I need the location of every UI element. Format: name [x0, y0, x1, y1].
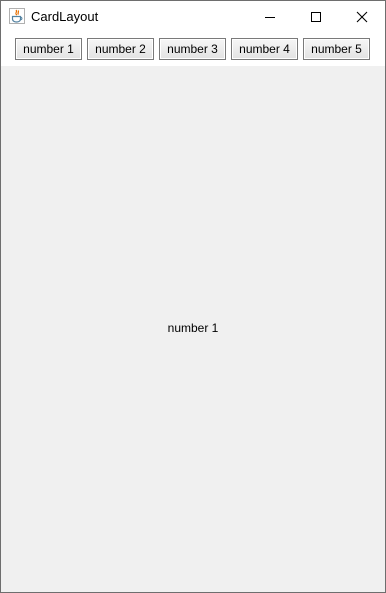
minimize-button[interactable] [247, 1, 293, 32]
title-bar[interactable]: CardLayout [1, 1, 385, 32]
card-label: number 1 [167, 321, 219, 335]
number-2-button[interactable]: number 2 [87, 38, 154, 60]
close-button[interactable] [339, 1, 385, 32]
number-5-button[interactable]: number 5 [303, 38, 370, 60]
maximize-icon [311, 11, 321, 22]
card-panel: number 1 [1, 66, 385, 592]
close-icon [356, 11, 368, 22]
java-icon [9, 8, 25, 24]
number-3-button[interactable]: number 3 [159, 38, 226, 60]
button-bar: number 1 number 2 number 3 number 4 numb… [1, 32, 385, 66]
minimize-icon [265, 16, 275, 18]
number-4-button[interactable]: number 4 [231, 38, 298, 60]
number-1-button[interactable]: number 1 [15, 38, 82, 60]
app-window: CardLayout number 1 number 2 number 3 nu… [0, 0, 386, 593]
maximize-button[interactable] [293, 1, 339, 32]
window-title: CardLayout [31, 9, 99, 24]
